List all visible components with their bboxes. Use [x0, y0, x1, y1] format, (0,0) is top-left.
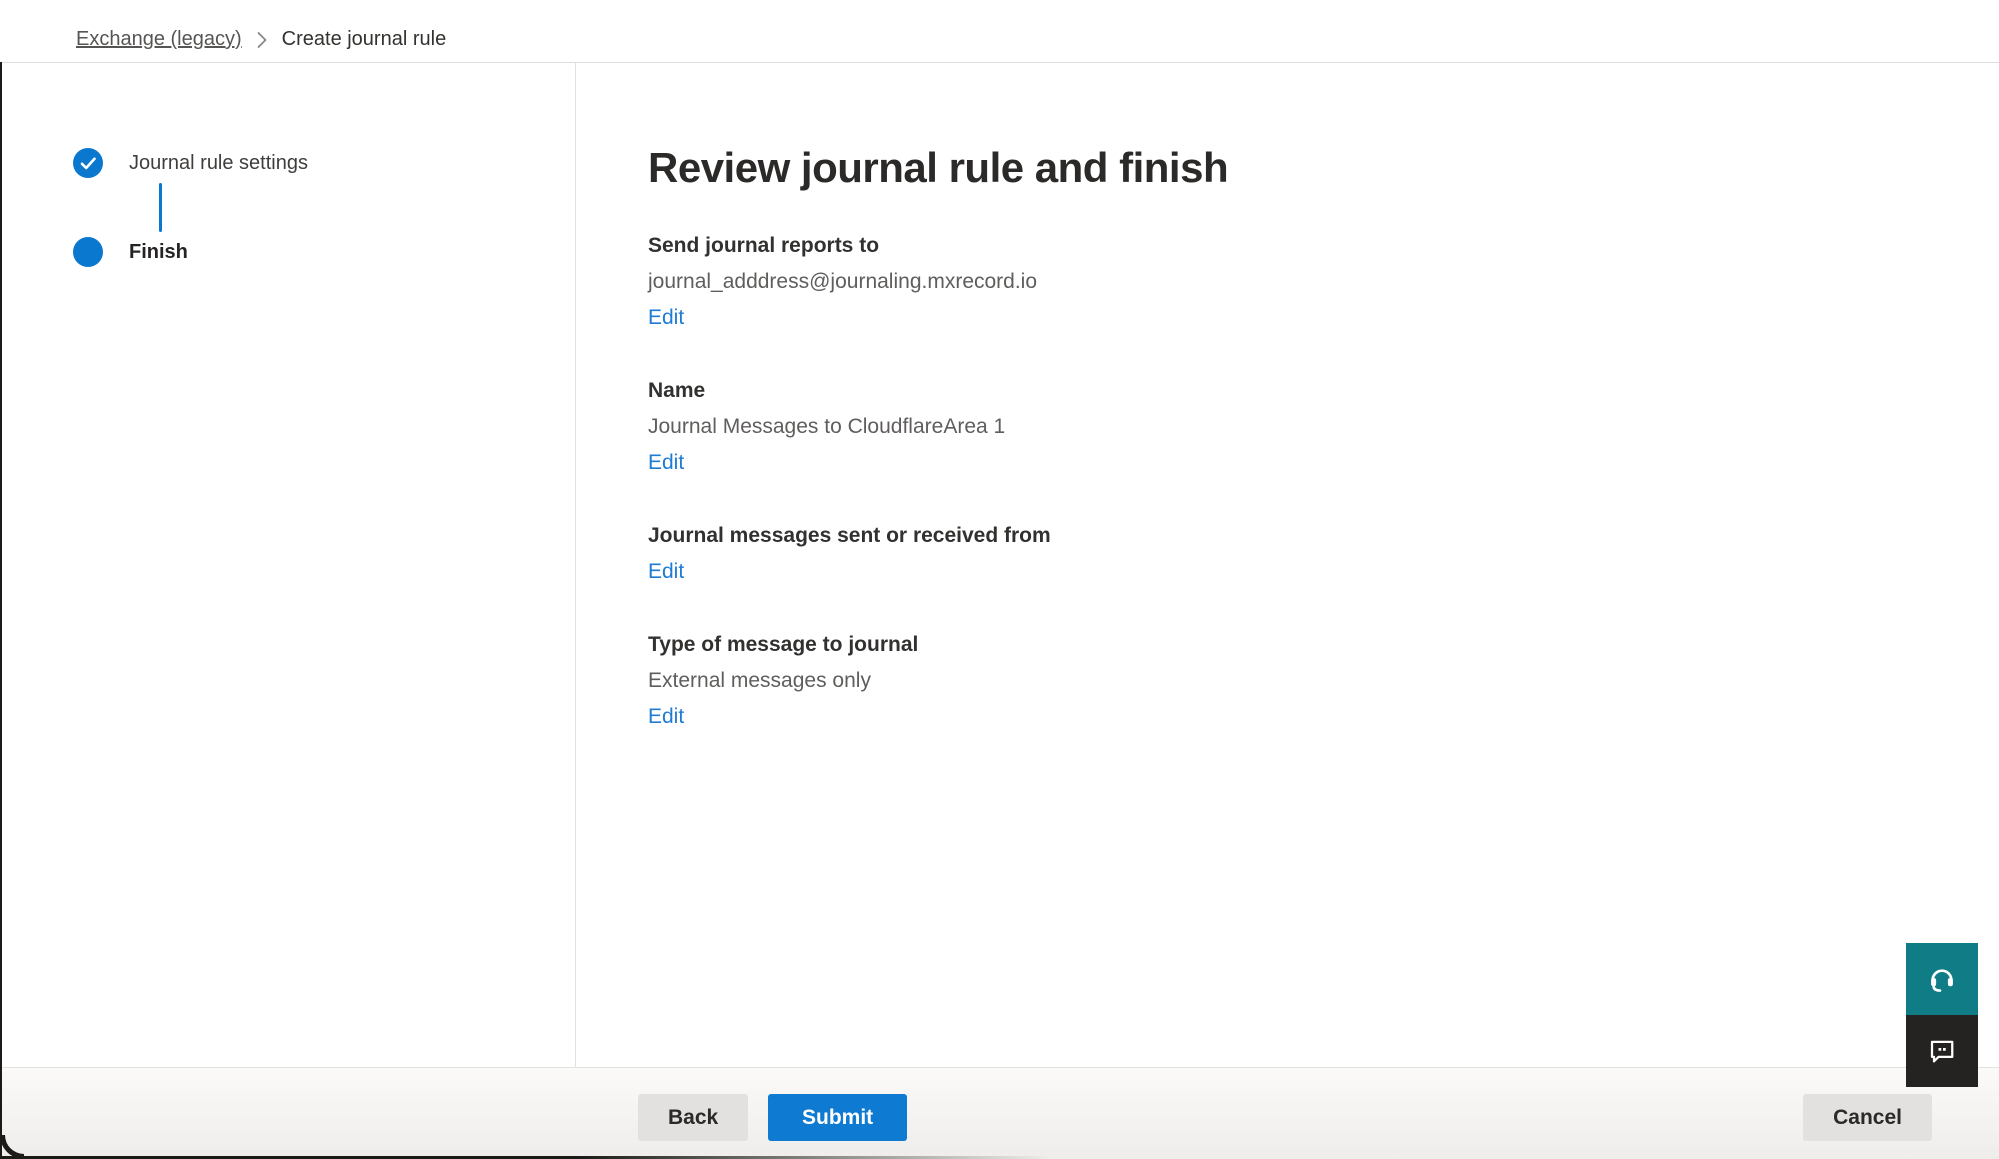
edit-name-link[interactable]: Edit	[648, 449, 684, 476]
cancel-button[interactable]: Cancel	[1803, 1094, 1932, 1141]
review-section-journal-messages-scope: Journal messages sent or received from E…	[648, 522, 1959, 585]
review-content: Review journal rule and finish Send jour…	[576, 63, 1999, 1067]
edit-message-type-link[interactable]: Edit	[648, 703, 684, 730]
top-bar: Exchange (legacy) Create journal rule	[0, 0, 1999, 63]
back-button[interactable]: Back	[638, 1094, 748, 1141]
chat-feedback-icon	[1927, 1035, 1957, 1068]
section-label: Journal messages sent or received from	[648, 522, 1959, 549]
action-footer: Back Submit Cancel	[0, 1067, 1999, 1159]
wizard-step-journal-rule-settings[interactable]: Journal rule settings	[73, 148, 575, 178]
section-label: Send journal reports to	[648, 232, 1959, 259]
step-completed-check-icon	[73, 148, 103, 178]
help-support-button[interactable]	[1906, 943, 1978, 1015]
review-section-name: Name Journal Messages to CloudflareArea …	[648, 377, 1959, 476]
section-label: Name	[648, 377, 1959, 404]
step-current-dot-icon	[73, 237, 103, 267]
section-value: External messages only	[648, 667, 1959, 694]
wizard-step-finish[interactable]: Finish	[73, 237, 575, 267]
wizard-step-label: Journal rule settings	[129, 152, 308, 175]
breadcrumb-current-page: Create journal rule	[282, 28, 447, 51]
wizard-step-connector	[159, 183, 162, 232]
breadcrumb: Exchange (legacy) Create journal rule	[76, 28, 446, 51]
wizard-step-label: Finish	[129, 241, 188, 264]
feedback-button[interactable]	[1906, 1015, 1978, 1087]
page-body: Journal rule settings Finish Review jour…	[0, 63, 1999, 1067]
review-section-send-journal-reports-to: Send journal reports to journal_adddress…	[648, 232, 1959, 331]
chevron-right-icon	[256, 30, 268, 50]
submit-button[interactable]: Submit	[768, 1094, 907, 1141]
window-left-edge	[0, 62, 2, 1159]
review-section-message-type: Type of message to journal External mess…	[648, 631, 1959, 730]
section-value: journal_adddress@journaling.mxrecord.io	[648, 268, 1959, 295]
edit-send-journal-reports-to-link[interactable]: Edit	[648, 304, 684, 331]
create-journal-rule-window: Exchange (legacy) Create journal rule Jo…	[0, 0, 1999, 1159]
section-label: Type of message to journal	[648, 631, 1959, 658]
section-value: Journal Messages to CloudflareArea 1	[648, 413, 1959, 440]
edit-journal-messages-scope-link[interactable]: Edit	[648, 558, 684, 585]
headset-icon	[1926, 962, 1958, 997]
page-title: Review journal rule and finish	[648, 140, 1959, 196]
wizard-steps-pane: Journal rule settings Finish	[0, 63, 576, 1067]
breadcrumb-exchange-legacy-link[interactable]: Exchange (legacy)	[76, 28, 242, 51]
